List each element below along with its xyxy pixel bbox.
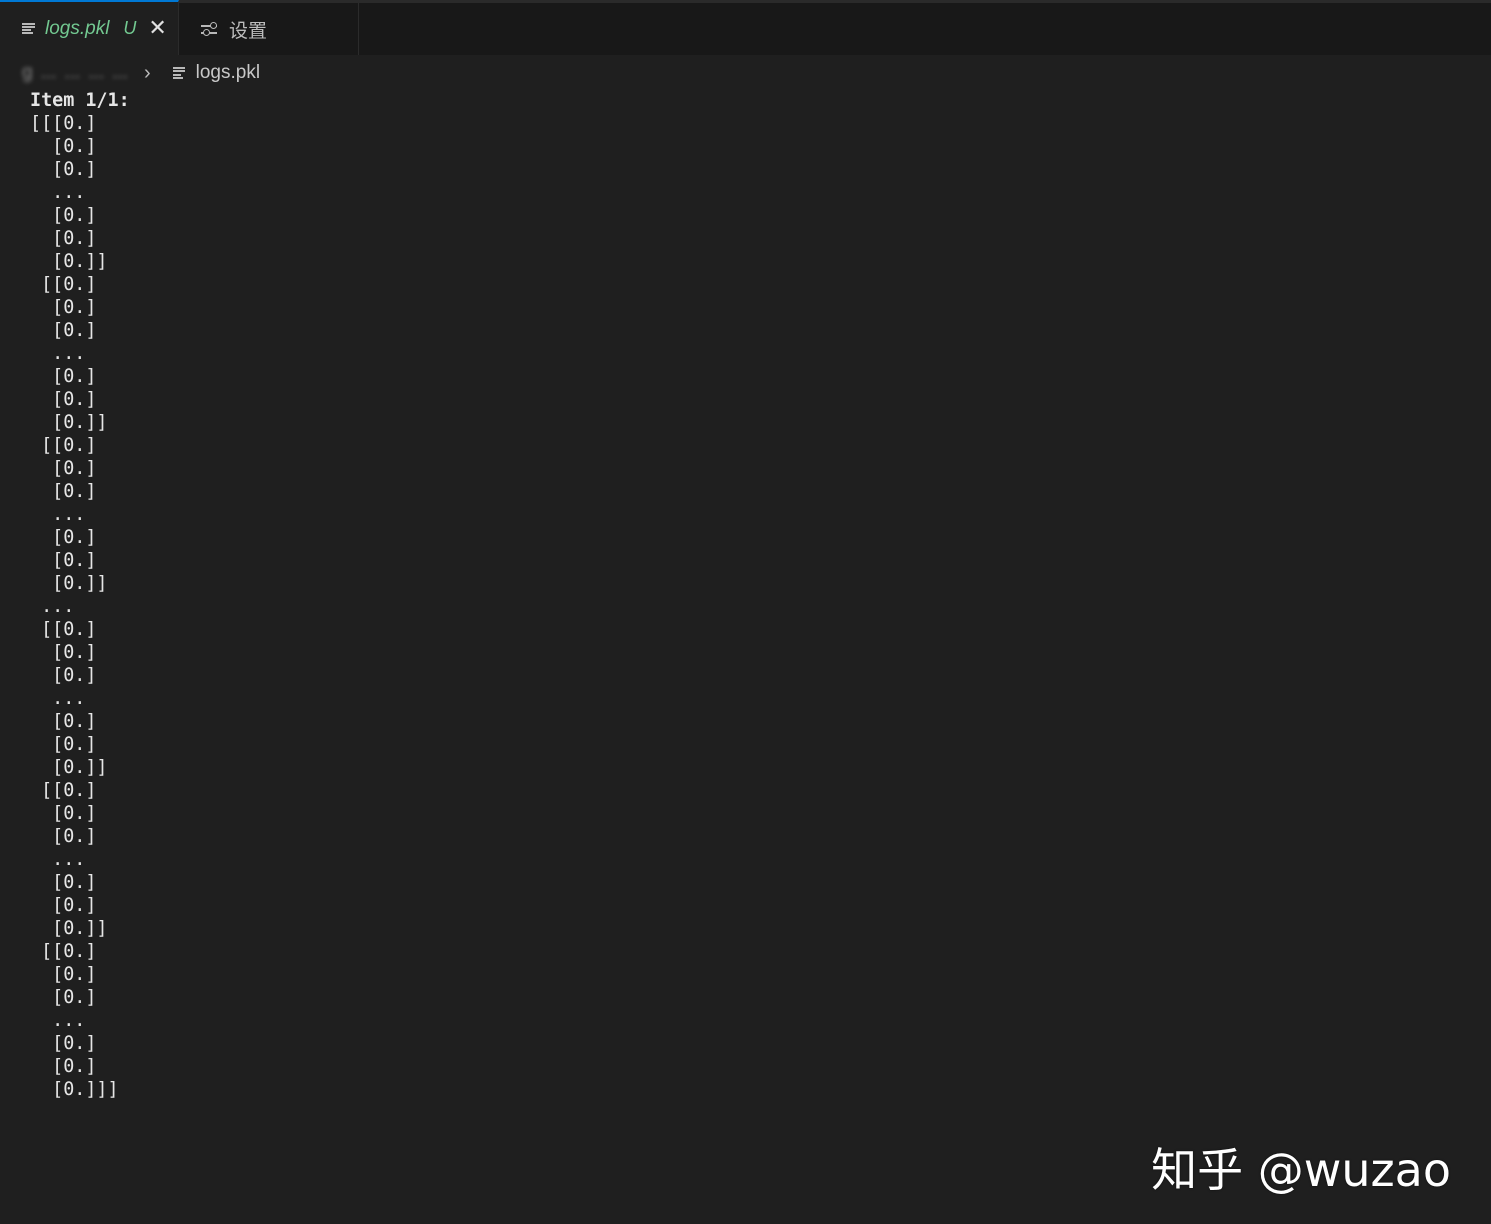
code-line: ... [30, 343, 86, 364]
code-line: [0.] [30, 550, 97, 571]
modified-badge: U [123, 18, 137, 38]
code-line: [[0.] [30, 435, 97, 456]
code-line: ... [30, 182, 86, 203]
editor-content[interactable]: Item 1/1: [[[0.] [0.] [0.] ... [0.] [0.] … [30, 89, 1450, 1119]
code-line: [0.] [30, 665, 97, 686]
code-line: [0.] [30, 1056, 97, 1077]
code-line: [0.] [30, 711, 97, 732]
breadcrumb-obscured-segment[interactable]: ... [112, 62, 128, 84]
code-line: [[0.] [30, 619, 97, 640]
code-line: [[[0.] [30, 113, 97, 134]
code-line: [[0.] [30, 274, 97, 295]
chevron-right-icon: › [143, 61, 151, 84]
tab-settings[interactable]: 设置 [179, 3, 359, 55]
tab-title: 设置 [229, 20, 268, 42]
code-line: [0.] [30, 734, 97, 755]
breadcrumb-obscured-segment[interactable]: g [22, 62, 33, 84]
code-line: [0.] [30, 159, 97, 180]
code-line: [0.] [30, 366, 97, 387]
code-line: ... [30, 504, 86, 525]
tab-logs-pkl[interactable]: logs.pkl U ✕ [0, 0, 179, 55]
code-line: [0.] [30, 964, 97, 985]
code-line: ... [30, 596, 75, 617]
code-line: [0.] [30, 481, 97, 502]
code-line: [0.] [30, 297, 97, 318]
code-line: [0.]] [30, 251, 108, 272]
code-line: [0.]] [30, 918, 108, 939]
code-line: [0.] [30, 826, 97, 847]
code-line: [0.] [30, 458, 97, 479]
code-line: [0.] [30, 987, 97, 1008]
code-line: [0.]] [30, 412, 108, 433]
settings-sliders-icon [201, 22, 217, 36]
code-line: ... [30, 849, 86, 870]
file-lines-icon [22, 22, 36, 35]
breadcrumb: g ... ... ... ... › logs.pkl [22, 58, 260, 88]
code-line: [0.] [30, 320, 97, 341]
close-icon[interactable]: ✕ [148, 17, 166, 40]
code-line: [0.] [30, 205, 97, 226]
breadcrumb-obscured-segment[interactable]: ... [88, 62, 104, 84]
code-line: [0.] [30, 136, 97, 157]
code-line: [0.] [30, 895, 97, 916]
code-line: [0.] [30, 527, 97, 548]
code-line: [0.]] [30, 573, 108, 594]
code-line: [[0.] [30, 941, 97, 962]
code-line: [0.] [30, 389, 97, 410]
watermark: 知乎 @wuzao [1151, 1143, 1451, 1197]
tab-bar: logs.pkl U ✕ 设置 [0, 0, 1491, 55]
code-line: [0.] [30, 803, 97, 824]
code-line: [0.] [30, 228, 97, 249]
breadcrumb-obscured-segment[interactable]: ... [41, 62, 57, 84]
code-line: [0.]]] [30, 1079, 119, 1100]
tab-title: logs.pkl [45, 17, 110, 39]
code-line: ... [30, 1010, 86, 1031]
breadcrumb-file[interactable]: logs.pkl [196, 62, 260, 84]
file-lines-icon [172, 67, 186, 79]
breadcrumb-obscured-segment[interactable]: ... [64, 62, 80, 84]
output-header: Item 1/1: [30, 90, 130, 111]
code-line: [0.] [30, 872, 97, 893]
code-line: [0.] [30, 642, 97, 663]
code-line: [[0.] [30, 780, 97, 801]
code-line: [0.]] [30, 757, 108, 778]
code-line: ... [30, 688, 86, 709]
code-line: [0.] [30, 1033, 97, 1054]
